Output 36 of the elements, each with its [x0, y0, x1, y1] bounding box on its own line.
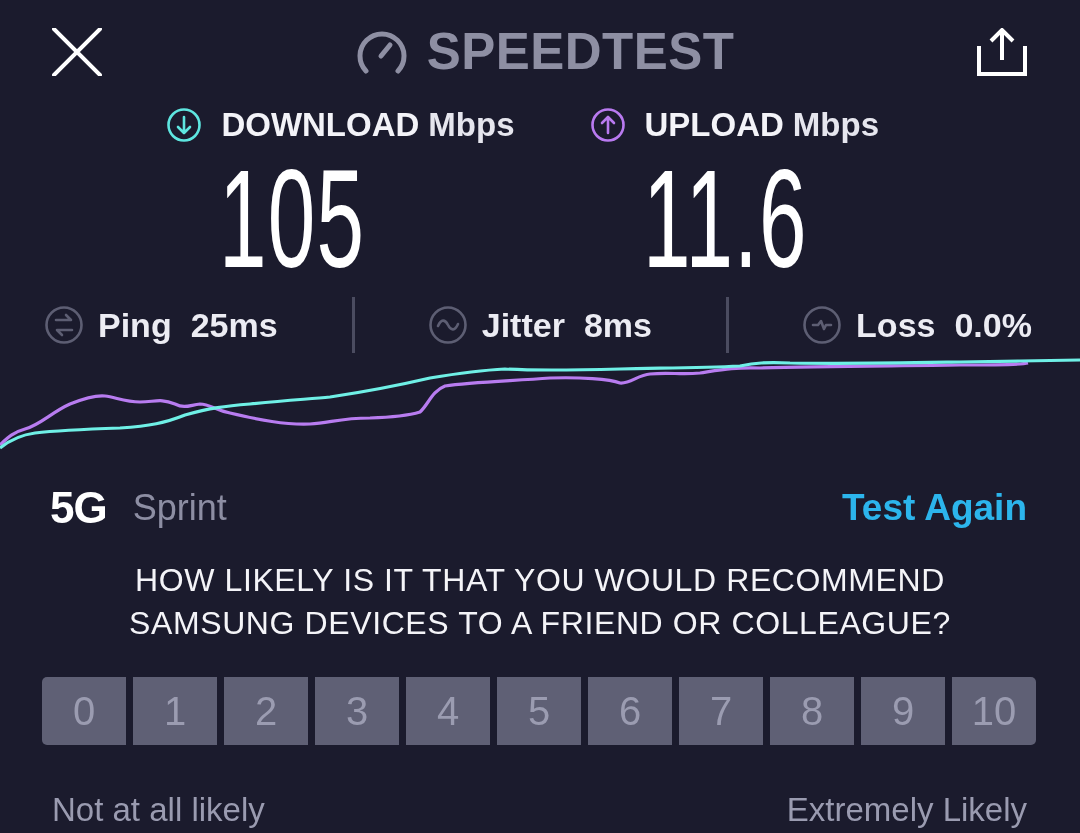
stat-value: 0.0%	[954, 305, 1032, 345]
scale-high-label: Extremely Likely	[786, 790, 1027, 830]
close-icon[interactable]	[52, 28, 102, 76]
rating-option[interactable]: 6	[588, 677, 672, 745]
result-label: DOWNLOAD	[221, 105, 420, 145]
stat-label: Ping	[98, 305, 172, 345]
rating-option[interactable]: 4	[406, 677, 490, 745]
stat-label: Loss	[856, 305, 936, 345]
rating-option[interactable]: 8	[770, 677, 854, 745]
speedometer-icon	[356, 30, 407, 74]
app-title: SPEEDTEST	[426, 26, 735, 78]
rating-option[interactable]: 9	[861, 677, 945, 745]
network-type: 5G	[50, 486, 107, 530]
share-icon[interactable]	[977, 28, 1027, 76]
unit-label: Mbps	[792, 105, 880, 145]
survey-question: HOW LIKELY IS IT THAT YOU WOULD RECOMMEND SAMSUNG DEVICES TO A FRIEND OR COLLEAGUE?	[128, 561, 952, 643]
carrier-name: Sprint	[132, 486, 227, 530]
speed-value: 11.6	[642, 164, 808, 274]
stat-value: 25ms	[190, 305, 278, 345]
rating-option[interactable]: 2	[224, 677, 308, 745]
rating-option[interactable]: 3	[315, 677, 399, 745]
wave-icon	[428, 306, 467, 344]
rating-option[interactable]: 7	[679, 677, 763, 745]
rating-option[interactable]: 0	[42, 677, 126, 745]
unit-label: Mbps	[428, 105, 515, 145]
rating-option[interactable]: 10	[952, 677, 1036, 745]
stat-label: Jitter	[481, 305, 565, 345]
pulse-icon	[803, 306, 842, 344]
result-label: UPLOAD	[644, 105, 784, 145]
exchange-arrows-icon	[45, 306, 83, 344]
rating-option[interactable]: 5	[497, 677, 581, 745]
scale-low-label: Not at all likely	[52, 790, 265, 830]
stat-value: 8ms	[583, 305, 652, 345]
speed-value: 105	[219, 164, 366, 274]
rating-option[interactable]: 1	[133, 677, 217, 745]
test-again-button[interactable]: Test Again	[841, 486, 1027, 530]
